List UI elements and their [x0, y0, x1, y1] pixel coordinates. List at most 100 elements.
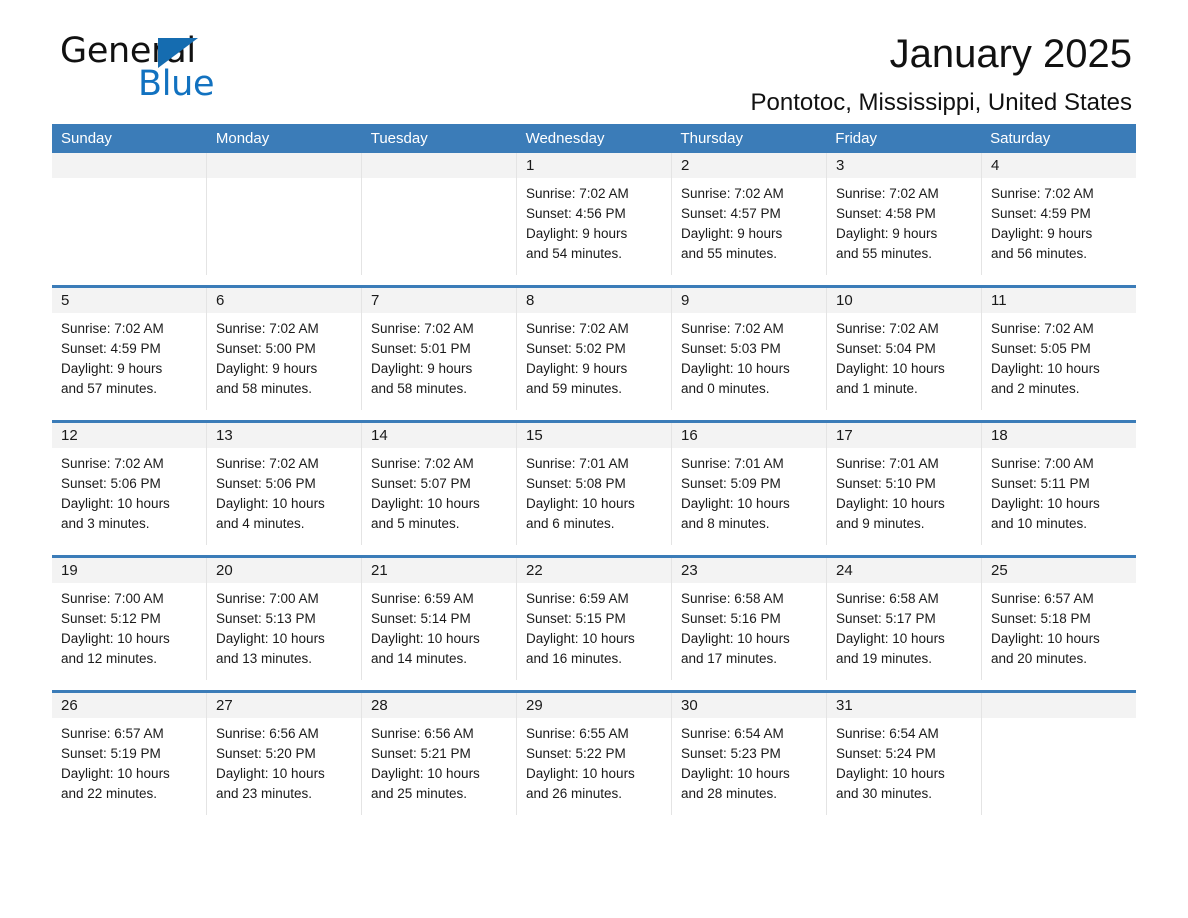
- day-cell[interactable]: 16 Sunrise: 7:01 AM Sunset: 5:09 PM Dayligh…: [672, 423, 827, 545]
- day-cell[interactable]: 25 Sunrise: 6:57 AM Sunset: 5:18 PM Dayligh…: [982, 558, 1136, 680]
- day-info-line: Sunrise: 7:02 AM: [836, 321, 939, 336]
- day-info-line: Daylight: 9 hours: [526, 361, 628, 376]
- day-cell[interactable]: 31 Sunrise: 6:54 AM Sunset: 5:24 PM Dayligh…: [827, 693, 982, 815]
- day-cell[interactable]: 1 Sunrise: 7:02 AM Sunset: 4:56 PM Daylight…: [517, 153, 672, 275]
- day-number: [207, 153, 361, 178]
- day-sun-info: [52, 178, 206, 184]
- day-info-line: Daylight: 9 hours: [991, 226, 1093, 241]
- day-cell[interactable]: 20 Sunrise: 7:00 AM Sunset: 5:13 PM Dayligh…: [207, 558, 362, 680]
- day-cell[interactable]: 6 Sunrise: 7:02 AM Sunset: 5:00 PM Daylight…: [207, 288, 362, 410]
- day-info-line: Daylight: 10 hours: [61, 631, 170, 646]
- day-number: 11: [982, 288, 1136, 313]
- day-info-line: and 1 minute.: [836, 381, 918, 396]
- day-info-line: and 19 minutes.: [836, 651, 933, 666]
- day-cell[interactable]: 27 Sunrise: 6:56 AM Sunset: 5:20 PM Dayligh…: [207, 693, 362, 815]
- day-cell[interactable]: 18 Sunrise: 7:00 AM Sunset: 5:11 PM Dayligh…: [982, 423, 1136, 545]
- day-info-line: Daylight: 10 hours: [681, 766, 790, 781]
- day-cell[interactable]: 22 Sunrise: 6:59 AM Sunset: 5:15 PM Dayligh…: [517, 558, 672, 680]
- day-info-line: Sunrise: 7:02 AM: [526, 321, 629, 336]
- day-info-line: and 59 minutes.: [526, 381, 623, 396]
- day-sun-info: Sunrise: 7:02 AM Sunset: 5:05 PM Daylight:…: [982, 313, 1136, 399]
- day-info-line: Sunset: 5:07 PM: [371, 476, 471, 491]
- day-cell[interactable]: 19 Sunrise: 7:00 AM Sunset: 5:12 PM Dayligh…: [52, 558, 207, 680]
- day-cell[interactable]: 30 Sunrise: 6:54 AM Sunset: 5:23 PM Dayligh…: [672, 693, 827, 815]
- day-cell[interactable]: 24 Sunrise: 6:58 AM Sunset: 5:17 PM Dayligh…: [827, 558, 982, 680]
- day-info-line: Sunset: 5:10 PM: [836, 476, 936, 491]
- day-info-line: and 58 minutes.: [216, 381, 313, 396]
- day-cell[interactable]: 28 Sunrise: 6:56 AM Sunset: 5:21 PM Dayligh…: [362, 693, 517, 815]
- day-sun-info: Sunrise: 6:59 AM Sunset: 5:14 PM Daylight:…: [362, 583, 516, 669]
- general-blue-logo[interactable]: General Blue: [60, 32, 260, 104]
- day-info-line: Daylight: 10 hours: [681, 496, 790, 511]
- day-sun-info: [982, 718, 1136, 724]
- day-sun-info: Sunrise: 7:01 AM Sunset: 5:10 PM Daylight:…: [827, 448, 981, 534]
- day-cell[interactable]: 15 Sunrise: 7:01 AM Sunset: 5:08 PM Dayligh…: [517, 423, 672, 545]
- day-cell[interactable]: 26 Sunrise: 6:57 AM Sunset: 5:19 PM Dayligh…: [52, 693, 207, 815]
- day-info-line: Sunset: 5:04 PM: [836, 341, 936, 356]
- day-cell[interactable]: 14 Sunrise: 7:02 AM Sunset: 5:07 PM Dayligh…: [362, 423, 517, 545]
- day-cell[interactable]: 8 Sunrise: 7:02 AM Sunset: 5:02 PM Daylight…: [517, 288, 672, 410]
- day-number: 19: [52, 558, 206, 583]
- day-info-line: Sunset: 5:19 PM: [61, 746, 161, 761]
- day-cell[interactable]: 3 Sunrise: 7:02 AM Sunset: 4:58 PM Daylight…: [827, 153, 982, 275]
- day-info-line: and 12 minutes.: [61, 651, 158, 666]
- day-info-line: Sunset: 5:21 PM: [371, 746, 471, 761]
- day-cell[interactable]: 29 Sunrise: 6:55 AM Sunset: 5:22 PM Dayligh…: [517, 693, 672, 815]
- day-cell[interactable]: 10 Sunrise: 7:02 AM Sunset: 5:04 PM Dayligh…: [827, 288, 982, 410]
- day-cell[interactable]: 13 Sunrise: 7:02 AM Sunset: 5:06 PM Dayligh…: [207, 423, 362, 545]
- brand-word-blue: Blue: [138, 64, 215, 104]
- day-info-line: Daylight: 10 hours: [61, 496, 170, 511]
- day-sun-info: Sunrise: 7:02 AM Sunset: 4:59 PM Daylight:…: [52, 313, 206, 399]
- day-info-line: and 25 minutes.: [371, 786, 468, 801]
- day-cell[interactable]: 23 Sunrise: 6:58 AM Sunset: 5:16 PM Dayligh…: [672, 558, 827, 680]
- day-cell[interactable]: 21 Sunrise: 6:59 AM Sunset: 5:14 PM Dayligh…: [362, 558, 517, 680]
- day-cell[interactable]: 5 Sunrise: 7:02 AM Sunset: 4:59 PM Daylight…: [52, 288, 207, 410]
- day-number: 7: [362, 288, 516, 313]
- day-info-line: Sunrise: 6:59 AM: [371, 591, 474, 606]
- day-number: 23: [672, 558, 826, 583]
- day-sun-info: Sunrise: 7:02 AM Sunset: 5:00 PM Daylight:…: [207, 313, 361, 399]
- day-info-line: Sunset: 5:11 PM: [991, 476, 1090, 491]
- day-info-line: Daylight: 10 hours: [371, 631, 480, 646]
- day-cell[interactable]: 17 Sunrise: 7:01 AM Sunset: 5:10 PM Dayligh…: [827, 423, 982, 545]
- day-cell[interactable]: 11 Sunrise: 7:02 AM Sunset: 5:05 PM Dayligh…: [982, 288, 1136, 410]
- weekday-header-monday: Monday: [215, 130, 270, 147]
- day-sun-info: Sunrise: 7:00 AM Sunset: 5:11 PM Daylight:…: [982, 448, 1136, 534]
- day-number: 8: [517, 288, 671, 313]
- day-sun-info: Sunrise: 7:01 AM Sunset: 5:09 PM Daylight:…: [672, 448, 826, 534]
- day-info-line: and 54 minutes.: [526, 246, 623, 261]
- day-info-line: Sunset: 5:22 PM: [526, 746, 626, 761]
- day-number: [362, 153, 516, 178]
- day-info-line: Sunset: 4:57 PM: [681, 206, 781, 221]
- day-sun-info: Sunrise: 7:01 AM Sunset: 5:08 PM Daylight:…: [517, 448, 671, 534]
- day-info-line: Sunset: 5:01 PM: [371, 341, 471, 356]
- day-cell[interactable]: 9 Sunrise: 7:02 AM Sunset: 5:03 PM Daylight…: [672, 288, 827, 410]
- day-sun-info: Sunrise: 7:02 AM Sunset: 4:58 PM Daylight:…: [827, 178, 981, 264]
- day-sun-info: Sunrise: 7:02 AM Sunset: 5:03 PM Daylight:…: [672, 313, 826, 399]
- day-info-line: Sunset: 5:05 PM: [991, 341, 1091, 356]
- day-cell[interactable]: 12 Sunrise: 7:02 AM Sunset: 5:06 PM Dayligh…: [52, 423, 207, 545]
- day-info-line: Sunrise: 7:01 AM: [681, 456, 784, 471]
- day-cell[interactable]: 4 Sunrise: 7:02 AM Sunset: 4:59 PM Daylight…: [982, 153, 1136, 275]
- day-info-line: Daylight: 10 hours: [371, 496, 480, 511]
- weekday-header-friday: Friday: [835, 130, 877, 147]
- day-cell-empty: [362, 153, 517, 275]
- calendar-grid: Sunday Monday Tuesday Wednesday Thursday Frid…: [52, 124, 1136, 815]
- day-info-line: Daylight: 9 hours: [216, 361, 318, 376]
- day-info-line: and 28 minutes.: [681, 786, 778, 801]
- day-info-line: Sunrise: 6:57 AM: [61, 726, 164, 741]
- day-cell[interactable]: 2 Sunrise: 7:02 AM Sunset: 4:57 PM Daylight…: [672, 153, 827, 275]
- day-info-line: Sunset: 5:14 PM: [371, 611, 471, 626]
- day-info-line: Daylight: 10 hours: [836, 361, 945, 376]
- day-info-line: and 56 minutes.: [991, 246, 1088, 261]
- day-info-line: and 0 minutes.: [681, 381, 770, 396]
- day-info-line: Daylight: 9 hours: [61, 361, 163, 376]
- day-info-line: Sunrise: 7:02 AM: [991, 186, 1094, 201]
- day-info-line: Sunset: 5:02 PM: [526, 341, 626, 356]
- day-cell-empty: [982, 693, 1136, 815]
- day-number: 16: [672, 423, 826, 448]
- day-info-line: Sunrise: 7:00 AM: [61, 591, 164, 606]
- day-info-line: Sunrise: 7:02 AM: [371, 456, 474, 471]
- day-sun-info: Sunrise: 7:00 AM Sunset: 5:12 PM Daylight:…: [52, 583, 206, 669]
- day-cell[interactable]: 7 Sunrise: 7:02 AM Sunset: 5:01 PM Daylight…: [362, 288, 517, 410]
